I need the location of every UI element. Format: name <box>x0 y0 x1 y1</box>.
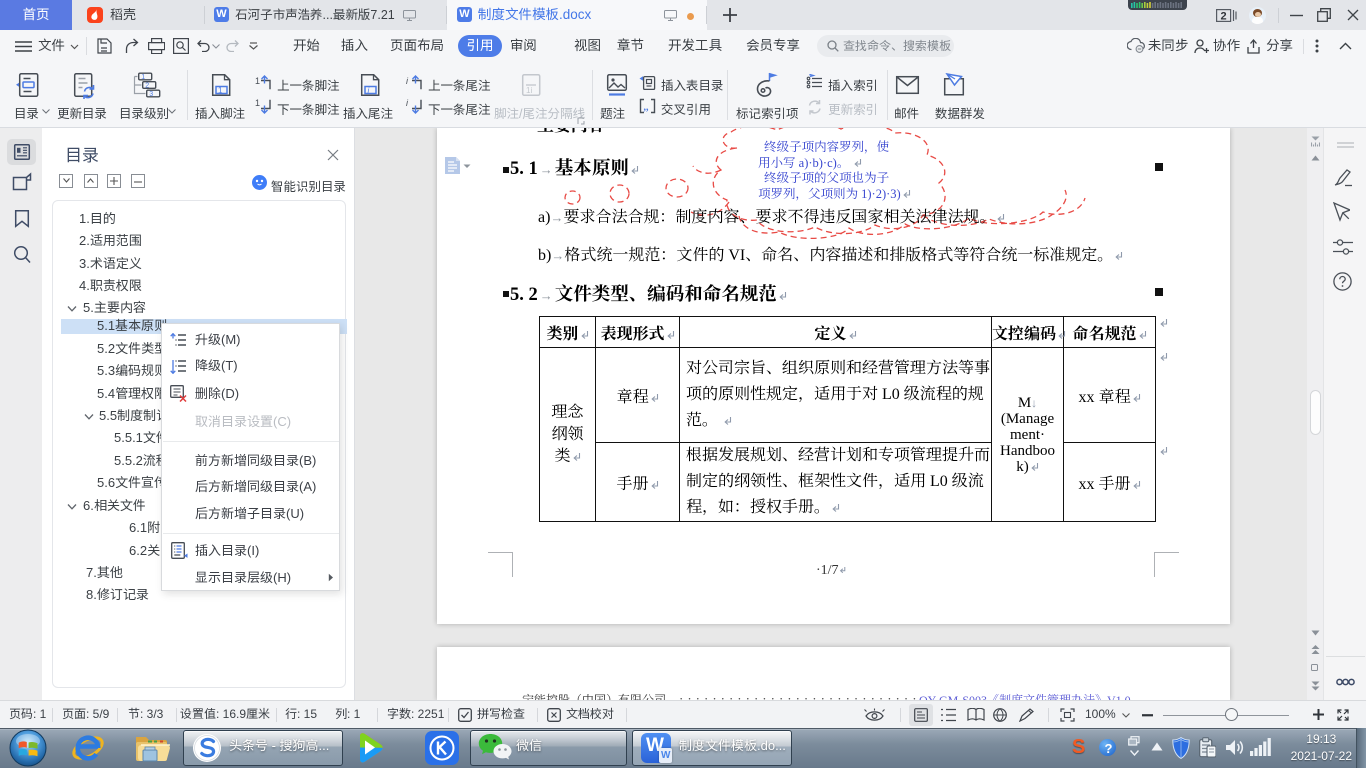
svg-text:1: 1 <box>255 76 260 86</box>
svg-text:1: 1 <box>255 99 260 108</box>
svg-text:2: 2 <box>145 82 149 89</box>
svg-text:i: i <box>406 76 409 86</box>
svg-text:2: 2 <box>1221 10 1227 22</box>
svg-text:i: i <box>406 99 409 108</box>
svg-text:i: i <box>368 86 370 95</box>
svg-text:,,: ,, <box>644 102 650 113</box>
svg-text:1: 1 <box>141 74 145 81</box>
svg-text:1i: 1i <box>526 86 532 95</box>
svg-text:1: 1 <box>218 86 223 95</box>
svg-text:3: 3 <box>149 91 153 98</box>
